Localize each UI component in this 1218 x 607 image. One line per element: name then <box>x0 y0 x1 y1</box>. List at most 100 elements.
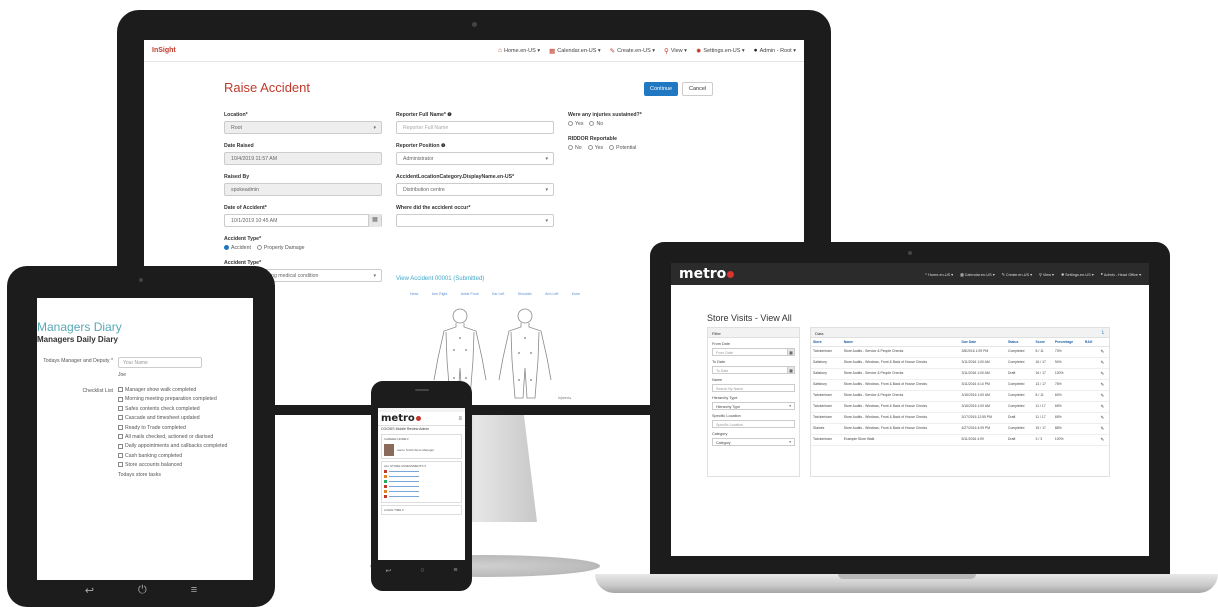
specific-location-input[interactable]: Specific Location <box>712 420 795 428</box>
nav-create[interactable]: ✎ Create.en-US ▾ <box>1002 272 1032 277</box>
list-item[interactable] <box>384 480 459 483</box>
calendar-icon[interactable]: ▦ <box>787 366 795 374</box>
section-header[interactable]: LOGIN TIME ▾ <box>384 508 459 512</box>
table-row[interactable]: Twickenham Example Store Walk 5/11/2016 4:… <box>811 434 1109 446</box>
checkbox[interactable] <box>118 415 123 421</box>
checklist-item[interactable]: Morning meeting preparation completed <box>118 396 217 402</box>
edit-pencil-icon[interactable]: ✎ <box>1098 357 1109 369</box>
checkbox[interactable] <box>118 462 123 468</box>
checkbox[interactable] <box>118 396 123 402</box>
radio-accident[interactable]: Accident <box>224 245 251 251</box>
radio-riddor-potential[interactable]: Potential <box>609 145 636 151</box>
table-row[interactable]: Staines Store Audits - Windows, Front & B… <box>811 423 1109 435</box>
checklist-item[interactable]: Safes contents check completed <box>118 406 200 412</box>
checkbox[interactable] <box>118 387 123 393</box>
edit-pencil-icon[interactable]: ✎ <box>1098 390 1109 402</box>
nav-user[interactable]: ● Admin - Head Office ▾ <box>1101 272 1141 277</box>
column-header[interactable]: Score <box>1033 338 1053 347</box>
checkbox[interactable] <box>118 452 123 458</box>
download-icon[interactable]: ⤓ <box>1102 329 1104 335</box>
list-item[interactable] <box>384 485 459 488</box>
table-row[interactable]: Twickenham Store Audits - Windows, Front … <box>811 401 1109 413</box>
edit-pencil-icon[interactable]: ✎ <box>1098 412 1109 424</box>
nav-settings[interactable]: ✹ Settings.en-US ▾ <box>696 47 745 55</box>
edit-pencil-icon[interactable]: ✎ <box>1098 434 1109 446</box>
list-item[interactable] <box>384 495 459 498</box>
column-header[interactable]: Name <box>841 338 960 347</box>
legend-item[interactable]: Ankle Front <box>461 292 479 296</box>
checkbox[interactable] <box>118 443 123 449</box>
table-row[interactable]: Salisbury Store Audits - Windows, Front &… <box>811 357 1109 369</box>
from-date-input[interactable]: From Date ▦ <box>712 348 795 356</box>
edit-pencil-icon[interactable]: ✎ <box>1098 379 1109 391</box>
edit-pencil-icon[interactable]: ✎ <box>1098 401 1109 413</box>
list-item[interactable] <box>384 475 459 478</box>
table-row[interactable]: Twickenham Store Audits - Service & Peopl… <box>811 390 1109 402</box>
table-row[interactable]: Twickenham Store Audits - Windows, Front … <box>811 412 1109 424</box>
legend-item[interactable]: Knee <box>572 292 580 296</box>
checkbox[interactable] <box>118 424 123 430</box>
legend-item[interactable]: Arm Left <box>545 292 558 296</box>
calendar-icon[interactable]: ▦ <box>368 214 381 227</box>
reporter-name-input[interactable]: Reporter Full Name <box>396 121 554 134</box>
radio-property-damage[interactable]: Property Damage <box>256 245 305 251</box>
menu-icon[interactable]: ≡ <box>191 584 197 597</box>
location-category-select[interactable]: Distribution centre ▾ <box>396 183 554 196</box>
home-button-icon[interactable]: ○ <box>420 567 424 575</box>
back-icon[interactable]: ↩ <box>385 567 391 575</box>
checklist-item[interactable]: Manager show walk completed <box>118 387 196 393</box>
column-header[interactable]: Store <box>811 338 842 347</box>
cancel-button[interactable]: Cancel <box>682 82 714 96</box>
nav-settings[interactable]: ✹ Settings.en-US ▾ <box>1061 272 1094 277</box>
edit-pencil-icon[interactable]: ✎ <box>1098 368 1109 380</box>
legend-item[interactable]: Arm Right <box>432 292 448 296</box>
table-row[interactable]: Salisbury Store Audits - Windows, Front &… <box>811 379 1109 391</box>
nav-view[interactable]: ⚲ View ▾ <box>664 47 687 55</box>
legend-item[interactable]: Head <box>410 292 418 296</box>
calendar-icon[interactable]: ▦ <box>787 348 795 356</box>
edit-pencil-icon[interactable]: ✎ <box>1098 346 1109 358</box>
view-accident-link[interactable]: View Accident 00001 (Submitted) <box>396 276 484 282</box>
nav-home[interactable]: ⌂ Home.en-US ▾ <box>925 272 953 277</box>
legend-item[interactable]: Shoulder <box>518 292 532 296</box>
list-item[interactable] <box>384 470 459 473</box>
table-row[interactable]: Salisbury Store Audits - Service & People… <box>811 368 1109 380</box>
brand-logo[interactable]: InSight <box>152 47 489 54</box>
column-header[interactable]: Due Date <box>959 338 1006 347</box>
location-select[interactable]: Root ▾ <box>224 121 382 134</box>
metro-logo[interactable]: metro <box>381 413 421 424</box>
table-row[interactable]: Twickenham Store Audits - Service & Peopl… <box>811 346 1109 358</box>
checklist-item[interactable]: Ready to Trade completed <box>118 425 186 431</box>
hierarchy-type-select[interactable]: Hierarchy Type ▾ <box>712 402 795 410</box>
nav-home[interactable]: ⌂ Home.en-US ▾ <box>498 47 540 54</box>
power-icon[interactable]: ⏻ <box>138 584 147 597</box>
checklist-item[interactable]: Cascade and timesheet updated <box>118 415 200 421</box>
column-header[interactable]: Status <box>1006 338 1034 347</box>
reporter-position-select[interactable]: Administrator ▾ <box>396 152 554 165</box>
category-select[interactable]: Category ▾ <box>712 438 795 446</box>
checkbox[interactable] <box>118 405 123 411</box>
nav-view[interactable]: ⚲ View ▾ <box>1039 272 1054 277</box>
nav-calendar[interactable]: ▦ Calendar.en-US ▾ <box>549 47 601 55</box>
section-header[interactable]: ALL STORE ASSESSMENTS ▾ <box>384 464 459 468</box>
radio-injuries-yes[interactable]: Yes <box>568 121 583 127</box>
checkbox[interactable] <box>118 434 123 440</box>
name-search-input[interactable]: Search By Name <box>712 384 795 392</box>
radio-riddor-no[interactable]: No <box>568 145 582 151</box>
column-header[interactable]: Percentage <box>1052 338 1083 347</box>
date-accident-input[interactable]: 10/1/2019 10:45 AM ▦ <box>224 214 382 227</box>
nav-user[interactable]: ● Admin - Root ▾ <box>754 47 796 54</box>
list-item[interactable] <box>384 490 459 493</box>
legend-item[interactable]: Ear Left <box>492 292 504 296</box>
column-header[interactable]: RAG <box>1082 338 1099 347</box>
back-icon[interactable]: ↩ <box>85 584 94 597</box>
manager-name-input[interactable]: Your Name <box>118 357 202 368</box>
checklist-item[interactable]: Store accounts balanced <box>118 462 182 468</box>
continue-button[interactable]: Continue <box>644 82 679 96</box>
to-date-input[interactable]: To Date ▦ <box>712 366 795 374</box>
checklist-item[interactable]: Todays store tasks <box>118 472 161 478</box>
radio-riddor-yes[interactable]: Yes <box>587 145 603 151</box>
nav-calendar[interactable]: ▦ Calendar.en-US ▾ <box>960 272 995 277</box>
edit-pencil-icon[interactable]: ✎ <box>1098 423 1109 435</box>
nav-create[interactable]: ✎ Create.en-US ▾ <box>610 47 655 55</box>
